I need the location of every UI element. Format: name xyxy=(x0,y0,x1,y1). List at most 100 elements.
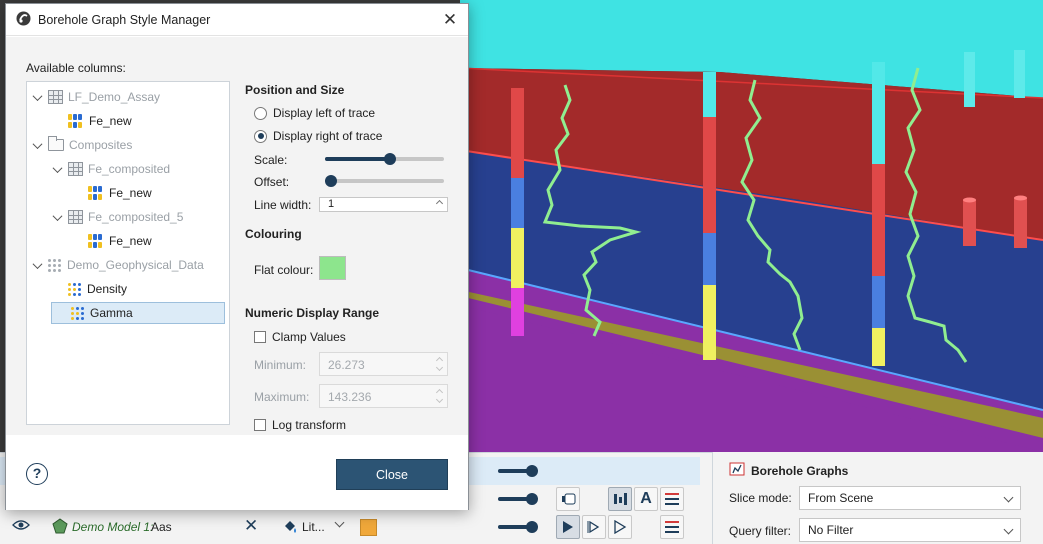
help-icon[interactable]: ? xyxy=(26,463,48,485)
flat-colour-label: Flat colour: xyxy=(254,263,314,277)
line-width-spinbox[interactable]: 1 xyxy=(319,197,448,212)
available-columns-label: Available columns: xyxy=(26,61,126,75)
expand-arrow-icon[interactable] xyxy=(51,163,63,175)
tree-item[interactable]: Demo_Geophysical_Data xyxy=(31,254,204,276)
remove-icon[interactable]: ✕ xyxy=(244,516,258,536)
query-filter-value: No Filter xyxy=(808,523,854,537)
opacity-slider-knob[interactable] xyxy=(526,465,538,477)
close-icon[interactable]: ✕ xyxy=(440,10,460,30)
display-left-radio[interactable] xyxy=(254,106,267,120)
spin-up-icon[interactable] xyxy=(435,199,444,208)
offset-slider[interactable] xyxy=(325,175,444,187)
position-size-heading: Position and Size xyxy=(245,83,345,97)
expand-arrow-icon[interactable] xyxy=(31,91,43,103)
tree-item-label: Density xyxy=(87,282,128,296)
log-transform-label: Log transform xyxy=(272,418,347,432)
outline-play-button[interactable] xyxy=(608,515,632,539)
minimum-input[interactable]: 26.273 xyxy=(319,352,448,376)
list-row-model[interactable]: Demo Model 1: Aas ✕ Lit... xyxy=(0,513,700,541)
slice-mode-value: From Scene xyxy=(808,491,874,505)
offset-slider-knob[interactable] xyxy=(325,175,337,187)
chevron-down-icon xyxy=(1003,524,1014,535)
tree-item-label: Composites xyxy=(69,138,133,152)
clamp-values-label: Clamp Values xyxy=(272,330,346,344)
tree-item[interactable]: LF_Demo_Assay xyxy=(31,86,160,108)
maximum-input[interactable]: 143.236 xyxy=(319,384,448,408)
clip-toggle-button[interactable] xyxy=(556,487,580,511)
numeric-range-heading: Numeric Display Range xyxy=(245,306,380,320)
maximum-value: 143.236 xyxy=(328,390,372,404)
slice-mode-button[interactable] xyxy=(582,515,606,539)
tree-item[interactable]: Density xyxy=(51,278,127,300)
dialog-titlebar[interactable]: Borehole Graph Style Manager xyxy=(6,4,468,36)
flat-colour-swatch[interactable] xyxy=(319,256,346,280)
properties-title-text: Borehole Graphs xyxy=(751,463,849,478)
legend-button[interactable] xyxy=(660,487,684,511)
spin-arrows-icon xyxy=(437,389,443,403)
drillhole-2 xyxy=(703,72,716,360)
play-icon-button[interactable] xyxy=(556,515,580,539)
lithology-dropdown-label[interactable]: Lit... xyxy=(302,520,325,534)
display-right-radio[interactable] xyxy=(254,129,267,143)
folder-icon xyxy=(48,136,64,151)
scale-slider-knob[interactable] xyxy=(384,153,397,165)
log-transform-option[interactable]: Log transform xyxy=(254,418,346,432)
tree-item-label: Fe_composited xyxy=(88,162,171,176)
tree-item-label: LF_Demo_Assay xyxy=(68,90,161,104)
tree-item-label: Fe_composited_5 xyxy=(88,210,184,224)
tree-item[interactable]: Fe_new xyxy=(51,110,132,132)
expand-arrow-icon[interactable] xyxy=(31,259,43,271)
table-icon xyxy=(68,162,83,176)
clamp-values-checkbox[interactable] xyxy=(254,331,266,343)
point-dataset-icon xyxy=(48,258,62,272)
close-button[interactable]: Close xyxy=(336,459,448,490)
display-left-label: Display left of trace xyxy=(273,106,376,120)
query-filter-select[interactable]: No Filter xyxy=(799,518,1021,542)
drillhole-3 xyxy=(872,62,885,366)
scale-slider[interactable] xyxy=(325,153,444,165)
display-left-option[interactable]: Display left of trace xyxy=(254,106,375,120)
available-columns-text: Available columns: xyxy=(26,61,126,75)
tree-item[interactable]: Gamma xyxy=(51,302,225,324)
opacity-slider-knob[interactable] xyxy=(526,521,538,533)
chevron-down-icon xyxy=(1003,492,1014,503)
clamp-values-option[interactable]: Clamp Values xyxy=(254,330,346,344)
tree-item[interactable]: Composites xyxy=(31,134,132,156)
borehole-graphs-icon xyxy=(729,462,745,479)
display-right-option[interactable]: Display right of trace xyxy=(254,129,382,143)
dialog-footer: ? Close xyxy=(6,435,468,510)
tree-item[interactable]: Fe_new xyxy=(71,182,152,204)
legend-button[interactable] xyxy=(660,515,684,539)
log-transform-checkbox[interactable] xyxy=(254,419,266,431)
properties-panel: Borehole Graphs Slice mode: From Scene Q… xyxy=(712,452,1043,544)
tree-item-label: Gamma xyxy=(90,306,133,320)
chevron-down-icon[interactable] xyxy=(334,517,345,528)
paint-bucket-icon[interactable] xyxy=(282,518,298,537)
tree-item[interactable]: Fe_composited xyxy=(51,158,170,180)
graphs-toggle-button[interactable] xyxy=(608,487,632,511)
line-width-label: Line width: xyxy=(254,198,312,212)
eye-icon[interactable] xyxy=(12,519,30,534)
columns-tree[interactable]: LF_Demo_Assay Fe_new Composites Fe_composit… xyxy=(26,81,230,425)
scale-label: Scale: xyxy=(254,153,288,167)
tree-item-label: Fe_new xyxy=(109,234,152,248)
tree-item[interactable]: Fe_composited_5 xyxy=(51,206,183,228)
model-surface-label: Aas xyxy=(151,520,172,534)
opacity-slider-knob[interactable] xyxy=(526,493,538,505)
expand-arrow-icon[interactable] xyxy=(51,211,63,223)
geological-model-icon xyxy=(52,518,68,537)
expand-arrow-icon[interactable] xyxy=(31,139,43,151)
labels-toggle-button[interactable]: A xyxy=(634,487,658,511)
numeric-column-icon xyxy=(88,186,104,200)
numeric-column-icon xyxy=(68,114,84,128)
maximum-label: Maximum: xyxy=(254,390,310,404)
colour-swatch[interactable] xyxy=(360,519,377,536)
minimum-value: 26.273 xyxy=(328,358,365,372)
model-name-label: Demo Model 1: xyxy=(72,520,154,534)
slice-mode-select[interactable]: From Scene xyxy=(799,486,1021,510)
table-icon xyxy=(68,210,83,224)
spin-arrows-icon xyxy=(437,357,443,371)
point-data-column-icon xyxy=(71,306,85,320)
tree-item[interactable]: Fe_new xyxy=(71,230,152,252)
dialog-body: Available columns: LF_Demo_Assay Fe_new Co… xyxy=(6,37,468,435)
